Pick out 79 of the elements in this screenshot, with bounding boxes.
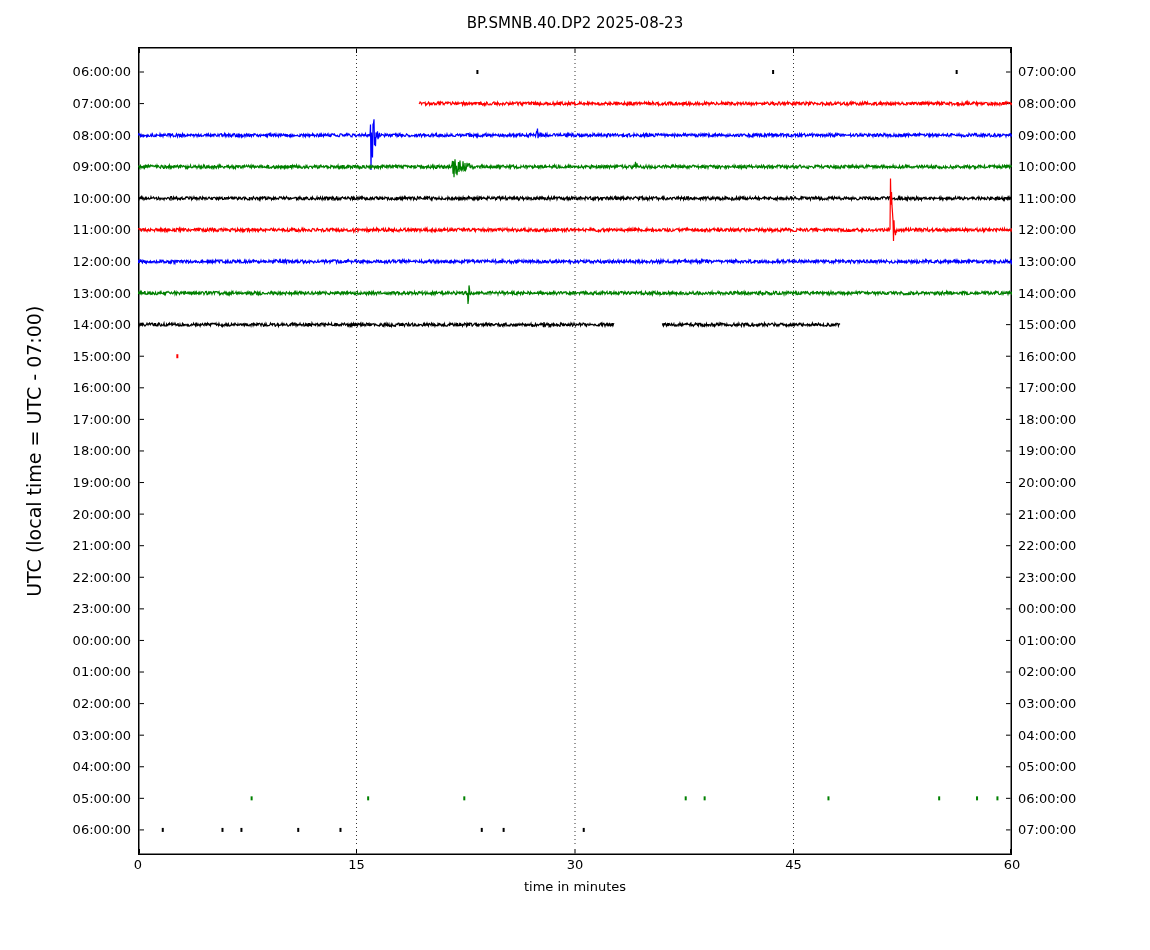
y-tick-label: 22:00:00	[72, 570, 131, 584]
y-tick-label: 15:00:00	[72, 349, 131, 363]
y-tick-label: 08:00:00	[72, 128, 131, 142]
y-tick-label: 11:00:00	[1018, 191, 1077, 205]
y-tick-label: 09:00:00	[72, 160, 131, 174]
y-tick-label: 23:00:00	[72, 602, 131, 616]
y-tick-label: 23:00:00	[1018, 570, 1077, 584]
x-tick-label: 30	[566, 858, 584, 871]
y-tick-label: 06:00:00	[72, 823, 131, 837]
y-tick-label: 00:00:00	[1018, 602, 1077, 616]
trace-blip	[976, 796, 979, 801]
y-tick-label: 02:00:00	[1018, 665, 1077, 679]
y-tick-label: 09:00:00	[1018, 128, 1077, 142]
y-tick-label: 14:00:00	[72, 318, 131, 332]
trace-blip	[161, 827, 164, 832]
y-tick-label: 10:00:00	[72, 191, 131, 205]
trace-blip	[297, 827, 300, 832]
x-tick-label: 0	[133, 858, 143, 871]
y-tick-label: 18:00:00	[1018, 412, 1077, 426]
trace-blip	[938, 796, 941, 801]
y-tick-label: 02:00:00	[72, 697, 131, 711]
y-tick-label: 07:00:00	[1018, 65, 1077, 79]
y-tick-label: 21:00:00	[1018, 507, 1077, 521]
trace-blip	[827, 796, 830, 801]
x-tick-label: 15	[348, 858, 365, 871]
trace-blip	[240, 827, 243, 832]
y-tick-label: 18:00:00	[72, 444, 131, 458]
y-tick-label: 05:00:00	[1018, 760, 1077, 774]
trace-blip	[582, 827, 585, 832]
y-tick-label: 12:00:00	[72, 254, 131, 268]
y-tick-label: 13:00:00	[72, 286, 131, 300]
trace-blip	[502, 827, 505, 832]
y-tick-label: 16:00:00	[72, 381, 131, 395]
y-tick-label: 15:00:00	[1018, 318, 1077, 332]
y-tick-label: 06:00:00	[72, 65, 131, 79]
y-tick-label: 04:00:00	[72, 760, 131, 774]
trace-blip	[996, 796, 999, 801]
trace-blip	[476, 70, 479, 74]
y-tick-label: 04:00:00	[1018, 728, 1077, 742]
x-tick-label: 60	[1003, 858, 1021, 871]
y-tick-label: 17:00:00	[72, 412, 131, 426]
y-tick-label: 17:00:00	[1018, 381, 1077, 395]
y-tick-label: 20:00:00	[72, 507, 131, 521]
trace-blip	[367, 796, 370, 801]
trace-blip	[955, 70, 958, 74]
y-tick-label: 20:00:00	[1018, 476, 1077, 489]
y-tick-label: 08:00:00	[1018, 97, 1077, 111]
y-tick-label: 00:00:00	[72, 633, 131, 647]
y-tick-label: 03:00:00	[72, 728, 131, 742]
y-axis-label: UTC (local time = UTC - 07:00)	[22, 305, 47, 597]
trace-blip	[250, 796, 253, 801]
y-tick-label: 07:00:00	[72, 97, 131, 111]
trace-blip	[221, 827, 224, 832]
y-tick-label: 19:00:00	[1018, 444, 1077, 458]
y-tick-label: 19:00:00	[72, 476, 131, 489]
y-tick-label: 05:00:00	[72, 791, 131, 805]
x-axis-label: time in minutes	[523, 878, 627, 896]
y-tick-label: 11:00:00	[72, 223, 131, 237]
y-tick-label: 06:00:00	[1018, 791, 1077, 805]
trace-blip	[684, 796, 687, 801]
y-tick-label: 16:00:00	[1018, 349, 1077, 363]
trace-blip	[480, 827, 483, 832]
y-tick-label: 07:00:00	[1018, 823, 1077, 837]
x-tick-label: 45	[785, 858, 802, 871]
y-tick-label: 12:00:00	[1018, 223, 1077, 237]
y-tick-label: 14:00:00	[1018, 286, 1077, 300]
chart-title: BP.SMNB.40.DP2 2025-08-23	[466, 13, 684, 35]
trace-blip	[463, 796, 466, 801]
y-tick-label: 01:00:00	[72, 665, 131, 679]
y-tick-label: 01:00:00	[1018, 633, 1077, 647]
trace-blip	[339, 827, 342, 832]
trace-blip	[703, 796, 706, 801]
y-tick-label: 03:00:00	[1018, 697, 1077, 711]
y-tick-label: 10:00:00	[1018, 160, 1077, 174]
y-tick-label: 13:00:00	[1018, 254, 1077, 268]
y-tick-label: 22:00:00	[1018, 539, 1077, 553]
y-tick-label: 21:00:00	[72, 539, 131, 553]
trace-blip	[772, 70, 775, 74]
trace-blip	[176, 354, 179, 359]
